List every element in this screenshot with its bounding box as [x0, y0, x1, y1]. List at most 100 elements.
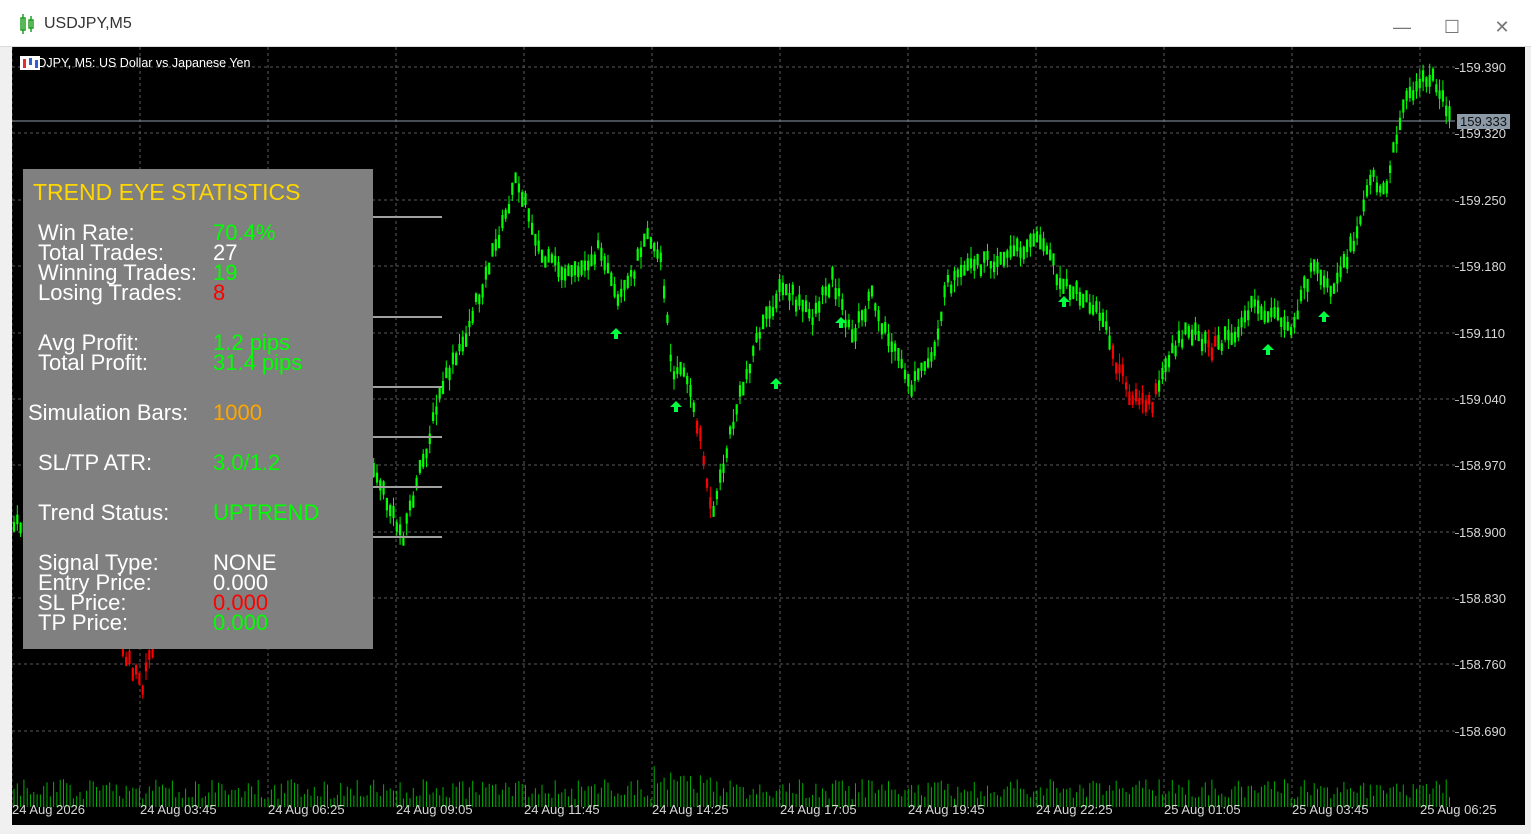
candle-body	[573, 261, 577, 276]
candle-body	[16, 514, 19, 525]
candle-body	[1224, 326, 1227, 340]
candle-body	[141, 685, 144, 695]
candle-body	[484, 266, 487, 280]
simulation-bars-label: Simulation Bars:	[28, 400, 189, 425]
candle-body	[1352, 240, 1355, 252]
candle-body	[1062, 278, 1065, 294]
candle-body	[923, 361, 926, 372]
window-title: USDJPY,M5	[44, 15, 132, 32]
candle-body	[630, 270, 633, 277]
candle-body	[1098, 312, 1101, 321]
losing-trades-label: Losing Trades:	[38, 280, 183, 305]
candle-body	[524, 193, 527, 205]
chart-symbol-text: USDJPY, M5: US Dollar vs Japanese Yen	[20, 56, 251, 70]
candle-body	[511, 182, 514, 195]
candle-body	[478, 294, 481, 305]
price-chart[interactable]: USDJPY, M5: US Dollar vs Japanese Yen TR…	[12, 47, 1455, 825]
candle-body	[1418, 78, 1421, 89]
candle-body	[1412, 90, 1415, 101]
candle-body	[755, 333, 758, 343]
candle-body	[666, 314, 669, 323]
price-tick: 159.250	[1455, 193, 1506, 208]
candle-body	[762, 314, 765, 330]
candle-body	[715, 490, 718, 500]
candle-body	[537, 240, 540, 252]
candle-body	[669, 354, 672, 362]
candle-body	[913, 371, 916, 382]
candle-body	[870, 285, 874, 297]
candle-body	[1283, 316, 1286, 330]
time-axis[interactable]: 24 Aug 2026 24 Aug 03:45 24 Aug 06:25 24…	[12, 796, 1497, 825]
candle-body	[435, 406, 438, 415]
candle-body	[791, 284, 794, 295]
candle-body	[590, 254, 593, 267]
candle-body	[1039, 234, 1042, 250]
candle-body	[125, 656, 128, 666]
candle-body	[1257, 300, 1260, 314]
candle-body	[847, 319, 850, 328]
price-tick: 158.970	[1455, 458, 1506, 473]
candle-body	[801, 299, 804, 312]
candle-body	[1342, 254, 1345, 268]
candle-body	[729, 426, 732, 435]
candle-body	[1012, 245, 1015, 257]
candle-body	[498, 234, 501, 249]
chart-symbol-label: USDJPY, M5: US Dollar vs Japanese Yen	[20, 56, 250, 70]
candle-body	[956, 269, 959, 278]
price-tick: 159.180	[1455, 259, 1506, 274]
candle-body	[534, 233, 537, 246]
candle-body	[514, 172, 517, 184]
candle-body	[1134, 389, 1138, 402]
candle-body	[1204, 331, 1207, 344]
candle-body	[1247, 310, 1250, 321]
candle-body	[593, 254, 596, 265]
candle-body	[392, 506, 395, 519]
candle-body	[1243, 310, 1246, 323]
candle-body	[395, 522, 398, 532]
candle-body	[1042, 238, 1045, 252]
candle-body	[804, 300, 808, 313]
candle-body	[649, 237, 652, 249]
candle-body	[422, 453, 425, 468]
candle-body	[1237, 326, 1240, 338]
candle-body	[465, 333, 468, 347]
candle-body	[481, 284, 484, 298]
candle-body	[1002, 252, 1006, 266]
candle-body	[1362, 199, 1365, 212]
candle-body	[570, 265, 573, 277]
minimize-button[interactable]: —	[1387, 12, 1417, 42]
candle-body	[1306, 278, 1309, 292]
candle-body	[1313, 259, 1316, 272]
time-tick: 25 Aug 03:45	[1292, 802, 1369, 817]
candle-body	[656, 249, 659, 259]
candle-body	[1263, 310, 1266, 323]
candle-body	[1372, 169, 1375, 177]
candle-body	[557, 262, 560, 278]
candle-body	[1184, 322, 1187, 335]
candle-body	[1329, 285, 1332, 297]
window-bottom-border	[0, 825, 1531, 834]
maximize-button[interactable]: ☐	[1437, 12, 1467, 42]
candle-body	[844, 319, 847, 328]
trend-eye-statistics-panel: TREND EYE STATISTICS Win Rate: 70.4% Tot…	[23, 169, 373, 649]
candle-body	[613, 283, 616, 297]
indicator-icon[interactable]	[20, 56, 40, 70]
time-tick: 25 Aug 06:25	[1420, 802, 1497, 817]
candle-body	[907, 374, 910, 387]
candle-body	[696, 420, 699, 434]
candle-body	[808, 309, 811, 319]
candle-body	[1164, 358, 1167, 372]
candle-body	[517, 183, 520, 193]
candle-body	[583, 260, 586, 271]
sltp-atr-label: SL/TP ATR:	[38, 450, 153, 475]
price-axis[interactable]: 159.390 159.320 159.250 159.180 159.110 …	[1454, 47, 1525, 825]
candle-body	[917, 368, 920, 380]
candle-body	[1128, 391, 1131, 405]
candle-body	[1260, 306, 1263, 320]
close-button[interactable]: ✕	[1487, 12, 1517, 42]
candle-body	[564, 268, 567, 281]
candle-body	[531, 222, 534, 235]
candle-body	[897, 348, 900, 361]
candle-body	[828, 284, 831, 298]
candle-body	[1441, 90, 1444, 102]
